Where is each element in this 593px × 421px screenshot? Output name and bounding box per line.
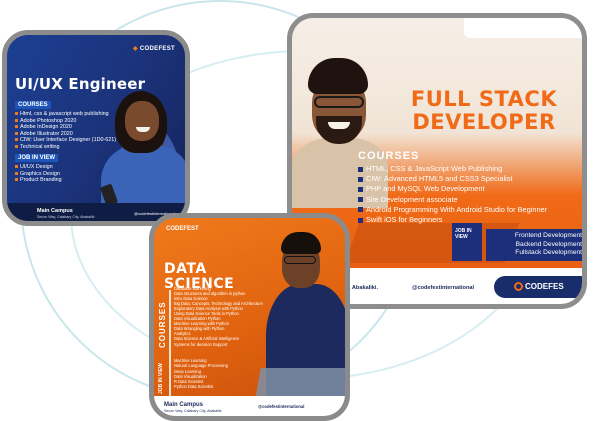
- jobs-list: Frontend Development Backend Development…: [486, 229, 582, 261]
- course-item: Site Development associate: [358, 195, 547, 205]
- course-item: PHP and MySQL Web Development: [358, 184, 547, 194]
- glasses-icon: [314, 96, 364, 108]
- social-handle: @codefestinternational: [412, 285, 475, 291]
- job-item: Fullstack Development: [515, 249, 582, 256]
- courses-list: HTML, CSS & JavaScript Web Publishing CI…: [358, 164, 547, 225]
- course-item: CIW: User Interface Designer (1D0-621): [15, 137, 116, 144]
- top-logo-strip: [464, 18, 582, 38]
- glasses-icon: [284, 256, 316, 264]
- jobs-list: UI/UX Design Graphics Design Product Bra…: [15, 164, 62, 184]
- course-item: Technical writing: [15, 144, 116, 151]
- laptop-icon: [255, 368, 345, 398]
- jobs-label: JOB IN VIEW: [158, 363, 164, 394]
- campus-address: Secon Way, Calabary City, Abakaliki: [164, 409, 222, 413]
- card-title: FULL STACK DEVELOPER: [384, 87, 582, 134]
- courses-list: Database Marketing Data structures and a…: [174, 286, 263, 347]
- job-item: Product Branding: [15, 177, 62, 184]
- course-item: Html, css & javascript web publishing: [15, 111, 116, 118]
- title-line: DEVELOPER: [412, 110, 556, 134]
- campus-name: Main Campus: [37, 208, 73, 214]
- course-item: Android Programming With Android Studio …: [358, 205, 547, 215]
- codefest-logo: CODEFES: [494, 276, 582, 298]
- job-item: Frontend Development: [514, 232, 582, 239]
- job-item: Backend Development: [515, 240, 582, 248]
- codefest-logo: CODEFEST: [166, 226, 199, 232]
- data-science-card: CODEFEST DATA SCIENCE COURSES Database M…: [149, 213, 350, 421]
- course-item: Systems for decision Support: [174, 341, 228, 347]
- courses-list: Html, css & javascript web publishing Ad…: [15, 111, 116, 150]
- student-face: [125, 101, 159, 141]
- codefest-mark-icon: [514, 282, 523, 292]
- instructor-hair: [308, 58, 368, 94]
- job-in-view-badge: JOB IN VIEW: [452, 223, 482, 261]
- courses-label: COURSES: [158, 301, 167, 348]
- divider: [169, 290, 171, 400]
- jobs-label: JOB IN VIEW: [15, 154, 59, 162]
- job-item: Natural Language Processing: [174, 363, 228, 369]
- social-handle: @codefestinternational: [258, 404, 305, 409]
- course-item: CIW: Advanced HTML5 and CSS3 Specialist: [358, 174, 547, 184]
- jobs-list: Machine Learning Natural Language Proces…: [174, 358, 228, 390]
- codefest-logo: ◆ CODEFEST: [133, 46, 175, 52]
- courses-label: COURSES: [358, 150, 420, 162]
- card-title: UI/UX Engineer: [15, 75, 146, 93]
- campus-name: Main Campus: [164, 402, 204, 408]
- uiux-engineer-card: ◆ CODEFEST UI/UX Engineer COURSES Html, …: [2, 30, 190, 226]
- course-item: HTML, CSS & JavaScript Web Publishing: [358, 164, 547, 174]
- job-item: Python Data Scientist: [174, 384, 214, 390]
- instructor-hair: [281, 232, 321, 254]
- campus-address: Secon Way, Calabary City, Abakaliki: [37, 215, 95, 219]
- courses-label: COURSES: [15, 101, 51, 109]
- instructor-smile: [328, 122, 350, 129]
- title-line: DATA: [164, 261, 207, 277]
- title-line: FULL STACK: [410, 87, 558, 111]
